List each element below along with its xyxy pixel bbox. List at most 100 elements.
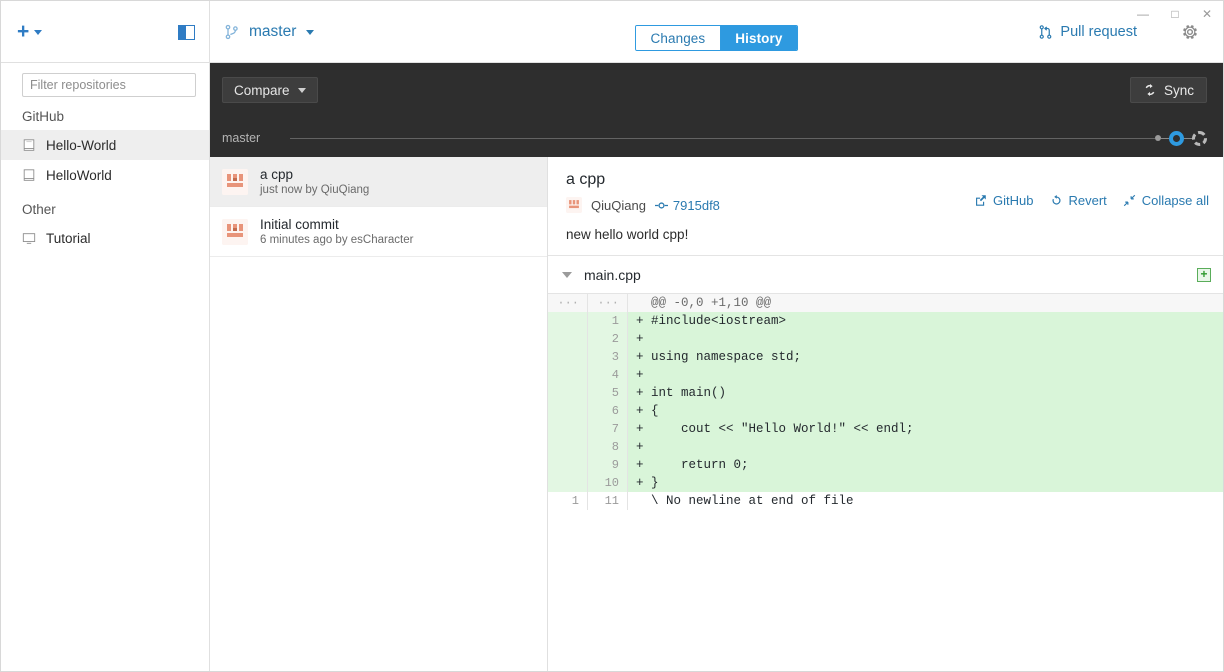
diff-old-line-number xyxy=(548,456,588,474)
commit-meta: 6 minutes ago by esCharacter xyxy=(260,234,414,246)
top-toolbar: + master Changes History Pull request — … xyxy=(1,1,1223,63)
graph-node-connector xyxy=(1184,137,1192,139)
commit-detail-title: a cpp xyxy=(566,171,606,188)
graph-node-connector xyxy=(1161,137,1169,139)
history-content: a cpp just now by QiuQiang Initial commi… xyxy=(210,157,1223,671)
sync-icon xyxy=(1145,83,1155,97)
toolbar-right-section: master Changes History Pull request xyxy=(210,1,1223,63)
pull-request-label: Pull request xyxy=(1060,24,1137,40)
sync-button[interactable]: Sync xyxy=(1129,77,1207,103)
sync-button-label: Sync xyxy=(1163,82,1194,98)
diff-line-text: + int main() xyxy=(628,384,1223,402)
sidebar-item-hello-world[interactable]: Hello-World xyxy=(1,130,209,160)
chevron-down-icon[interactable] xyxy=(562,271,572,278)
diff-line: 1 11 \ No newline at end of file xyxy=(548,492,1223,510)
diff-new-line-number: 11 xyxy=(588,492,628,510)
diff-new-line-number: 10 xyxy=(588,474,628,492)
diff-line: 2 + xyxy=(548,330,1223,348)
diff-line: 3 + using namespace std; xyxy=(548,348,1223,366)
sidebar-item-tutorial[interactable]: Tutorial xyxy=(1,223,209,253)
diff-new-line-number: 5 xyxy=(588,384,628,402)
commit-list-item[interactable]: a cpp just now by QiuQiang xyxy=(210,157,547,207)
tab-history[interactable]: History xyxy=(720,26,798,50)
diff-old-line-number xyxy=(548,330,588,348)
avatar xyxy=(566,197,582,213)
branch-selector[interactable]: master xyxy=(224,23,315,41)
github-desktop-window: + master Changes History Pull request — … xyxy=(0,0,1224,672)
identicon-icon xyxy=(222,168,248,195)
commit-list-item[interactable]: Initial commit 6 minutes ago by esCharac… xyxy=(210,207,547,257)
file-name-label: main.cpp xyxy=(584,266,641,283)
filter-wrapper xyxy=(1,73,209,97)
file-header[interactable]: main.cpp + xyxy=(548,256,1223,294)
sidebar-item-label: HelloWorld xyxy=(46,167,112,183)
graph-branch-label: master xyxy=(222,131,261,145)
diff-old-line-number xyxy=(548,312,588,330)
compare-button-label: Compare xyxy=(234,82,290,98)
revert-icon xyxy=(1051,195,1061,205)
diff-new-line-number: ··· xyxy=(588,294,628,312)
commit-sha-label: 7915df8 xyxy=(672,197,720,213)
tab-changes[interactable]: Changes xyxy=(635,26,721,50)
graph-node-dashed[interactable] xyxy=(1192,130,1207,146)
diff-line: 5 + int main() xyxy=(548,384,1223,402)
diff-line: 9 + return 0; xyxy=(548,456,1223,474)
plus-icon: + xyxy=(17,19,30,43)
diff-line-text: + xyxy=(628,438,1223,456)
diff-line: 6 + { xyxy=(548,402,1223,420)
avatar xyxy=(222,168,248,195)
diff-old-line-number xyxy=(548,402,588,420)
commit-meta: just now by QiuQiang xyxy=(260,184,370,196)
minimize-icon[interactable]: — xyxy=(1127,1,1159,27)
graph-node-selected[interactable] xyxy=(1169,130,1184,146)
commit-sha[interactable]: 7915df8 xyxy=(654,197,720,213)
open-in-github-button[interactable]: GitHub xyxy=(974,193,1034,208)
commit-detail-actions: GitHub Revert Collapse all xyxy=(974,193,1209,208)
diff-line: 7 + cout << "Hello World!" << endl; xyxy=(548,420,1223,438)
diff-line: 10 + } xyxy=(548,474,1223,492)
commit-title: Initial commit xyxy=(260,217,339,232)
external-link-icon xyxy=(976,195,986,206)
commit-title: a cpp xyxy=(260,167,294,182)
branch-name-label: master xyxy=(249,23,297,40)
sidebar-toggle-icon[interactable] xyxy=(178,24,195,40)
main-area: Compare Sync master a cpp just now by Qi… xyxy=(210,63,1223,671)
repo-group-label-github: GitHub xyxy=(22,109,65,124)
diff-old-line-number xyxy=(548,384,588,402)
close-icon[interactable]: ✕ xyxy=(1191,1,1223,27)
compare-button[interactable]: Compare xyxy=(222,77,318,103)
commit-text: a cpp just now by QiuQiang xyxy=(260,167,369,196)
action-label: Revert xyxy=(1068,193,1107,208)
commit-detail-header: a cpp QiuQiang 7915df8 new hello world c… xyxy=(548,157,1223,256)
repo-group-label-other: Other xyxy=(22,202,56,217)
collapse-all-button[interactable]: Collapse all xyxy=(1123,193,1209,208)
diff-new-line-number: 7 xyxy=(588,420,628,438)
changes-history-tabs: Changes History xyxy=(634,25,799,51)
repo-icon xyxy=(23,138,35,151)
diff-line: ··· ··· @@ -0,0 +1,10 @@ xyxy=(548,294,1223,312)
app-body: GitHub Hello-World HelloWorld Other xyxy=(1,63,1223,671)
diff-line-text: + { xyxy=(628,402,1223,420)
diff-new-line-number: 9 xyxy=(588,456,628,474)
toolbar-left-section: + xyxy=(1,1,210,63)
add-repository-button[interactable]: + xyxy=(17,19,43,43)
revert-button[interactable]: Revert xyxy=(1050,193,1107,208)
filter-repositories-input[interactable] xyxy=(22,73,196,97)
repository-sidebar: GitHub Hello-World HelloWorld Other xyxy=(1,63,210,671)
chevron-down-icon xyxy=(34,29,43,35)
commit-list: a cpp just now by QiuQiang Initial commi… xyxy=(210,157,548,671)
maximize-icon[interactable]: □ xyxy=(1159,1,1191,27)
repo-icon xyxy=(23,168,35,181)
identicon-icon xyxy=(566,197,582,213)
sidebar-item-helloworld[interactable]: HelloWorld xyxy=(1,160,209,190)
window-controls: — □ ✕ xyxy=(1127,1,1223,27)
device-icon xyxy=(22,232,36,244)
diff-line-text: + } xyxy=(628,474,1223,492)
diff-line-text: + cout << "Hello World!" << endl; xyxy=(628,420,1223,438)
compare-bar: Compare Sync master xyxy=(210,63,1223,157)
diff-line-text: \ No newline at end of file xyxy=(628,492,1223,510)
graph-line xyxy=(290,137,1155,139)
avatar xyxy=(222,218,248,245)
commit-graph-row: master xyxy=(210,119,1223,157)
diff-new-line-number: 3 xyxy=(588,348,628,366)
